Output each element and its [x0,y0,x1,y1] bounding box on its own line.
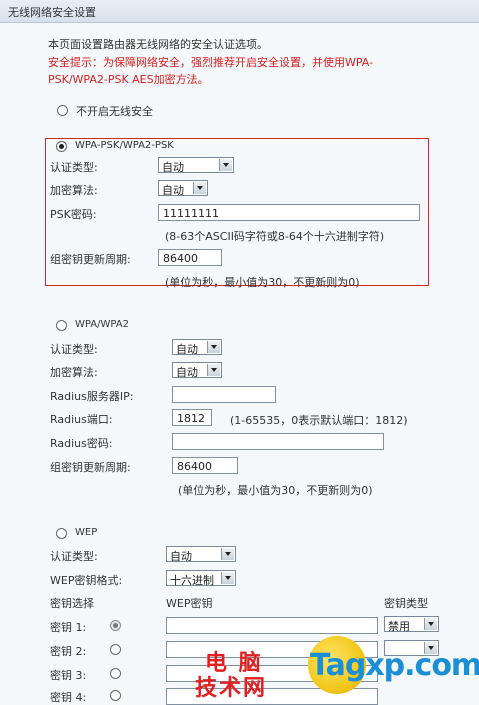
radius-ip-label: Radius服务器IP: [50,390,134,403]
wpa-rekey-hint: (单位为秒，最小值为30，不更新则为0) [178,484,373,497]
chevron-down-icon [207,364,220,376]
radius-port-value: 1812 [177,412,205,425]
wpa-psk-auth-value: 自动 [162,161,184,174]
wpa-enc-value: 自动 [176,366,198,379]
wep-key2-radio[interactable] [110,644,121,655]
wpa-psk-rekey-label: 组密钥更新周期: [50,253,131,266]
wpa-psk-rekey-hint: (单位为秒，最小值为30，不更新则为0) [165,276,360,289]
chevron-down-icon [221,548,234,560]
wpa-psk-title: WPA-PSK/WPA2-PSK [75,140,174,151]
wep-key1-label: 密钥 1: [50,621,87,634]
chevron-down-icon [219,159,232,171]
chevron-down-icon [424,618,437,630]
radius-port-hint: (1-65535，0表示默认端口：1812) [230,414,408,427]
radius-port-label: Radius端口: [50,413,113,426]
radius-password-input[interactable] [172,433,384,450]
wep-key-select-header: 密钥选择 [50,597,94,610]
wep-key1-type-select[interactable]: 禁用 [384,616,439,633]
radius-ip-input[interactable] [172,386,276,403]
psk-password-hint: (8-63个ASCII码字符或8-64个十六进制字符) [165,230,385,243]
wpa-rekey-value: 86400 [177,460,212,473]
wep-format-select[interactable]: 十六进制 [166,570,236,587]
wep-key1-input[interactable] [166,617,378,634]
wpa-title: WPA/WPA2 [75,319,129,330]
wpa-enc-select[interactable]: 自动 [172,362,222,379]
wpa-psk-rekey-value: 86400 [163,252,198,265]
security-tip-line2: PSK/WPA2-PSK AES加密方法。 [48,73,209,86]
no-security-label: 不开启无线安全 [76,105,153,118]
wpa-psk-rekey-input[interactable]: 86400 [158,249,222,266]
window-title: 无线网络安全设置 [8,6,96,19]
wpa-auth-select[interactable]: 自动 [172,339,222,356]
psk-password-input[interactable]: 11111111 [158,204,420,221]
wep-key1-radio[interactable] [110,620,121,631]
security-tip-line1: 安全提示：为保障网络安全，强烈推荐开启安全设置，并使用WPA- [48,56,374,69]
chevron-down-icon [221,572,234,584]
radius-port-input[interactable]: 1812 [172,409,212,426]
wpa-psk-auth-label: 认证类型: [50,161,98,174]
psk-password-label: PSK密码: [50,208,97,221]
watermark-site: Tagxp.com [310,648,479,683]
wpa-auth-label: 认证类型: [50,343,98,356]
wep-key-type-header: 密钥类型 [384,597,428,610]
radius-password-label: Radius密码: [50,437,113,450]
wep-auth-value: 自动 [170,550,192,563]
wep-key2-label: 密钥 2: [50,645,87,658]
wep-key4-radio[interactable] [110,690,121,701]
wpa-psk-auth-select[interactable]: 自动 [158,157,234,174]
wpa-psk-radio[interactable] [56,141,67,152]
chevron-down-icon [207,341,220,353]
wpa-enc-label: 加密算法: [50,366,98,379]
wep-title: WEP [75,527,98,538]
chevron-down-icon [193,182,206,194]
wpa-psk-enc-value: 自动 [162,184,184,197]
wep-auth-select[interactable]: 自动 [166,546,236,563]
wpa-rekey-input[interactable]: 86400 [172,457,238,474]
wpa-psk-enc-label: 加密算法: [50,184,98,197]
wep-auth-label: 认证类型: [50,550,98,563]
watermark-cn-line2: 技术网 [195,676,268,701]
wep-key1-type-value: 禁用 [388,620,410,633]
wep-key4-label: 密钥 4: [50,691,87,704]
window-titlebar: 无线网络安全设置 [0,0,479,23]
wpa-radio[interactable] [56,320,67,331]
wpa-auth-value: 自动 [176,343,198,356]
wep-radio[interactable] [56,528,67,539]
wep-format-label: WEP密钥格式: [50,574,123,587]
wep-key-header: WEP密钥 [166,597,213,610]
psk-password-value: 11111111 [163,207,219,220]
wep-key3-label: 密钥 3: [50,669,87,682]
wep-format-value: 十六进制 [170,574,214,587]
intro-text: 本页面设置路由器无线网络的安全认证选项。 [48,38,268,51]
wep-key3-radio[interactable] [110,668,121,679]
wpa-rekey-label: 组密钥更新周期: [50,461,131,474]
no-security-radio[interactable] [57,105,68,116]
wpa-psk-enc-select[interactable]: 自动 [158,180,208,197]
